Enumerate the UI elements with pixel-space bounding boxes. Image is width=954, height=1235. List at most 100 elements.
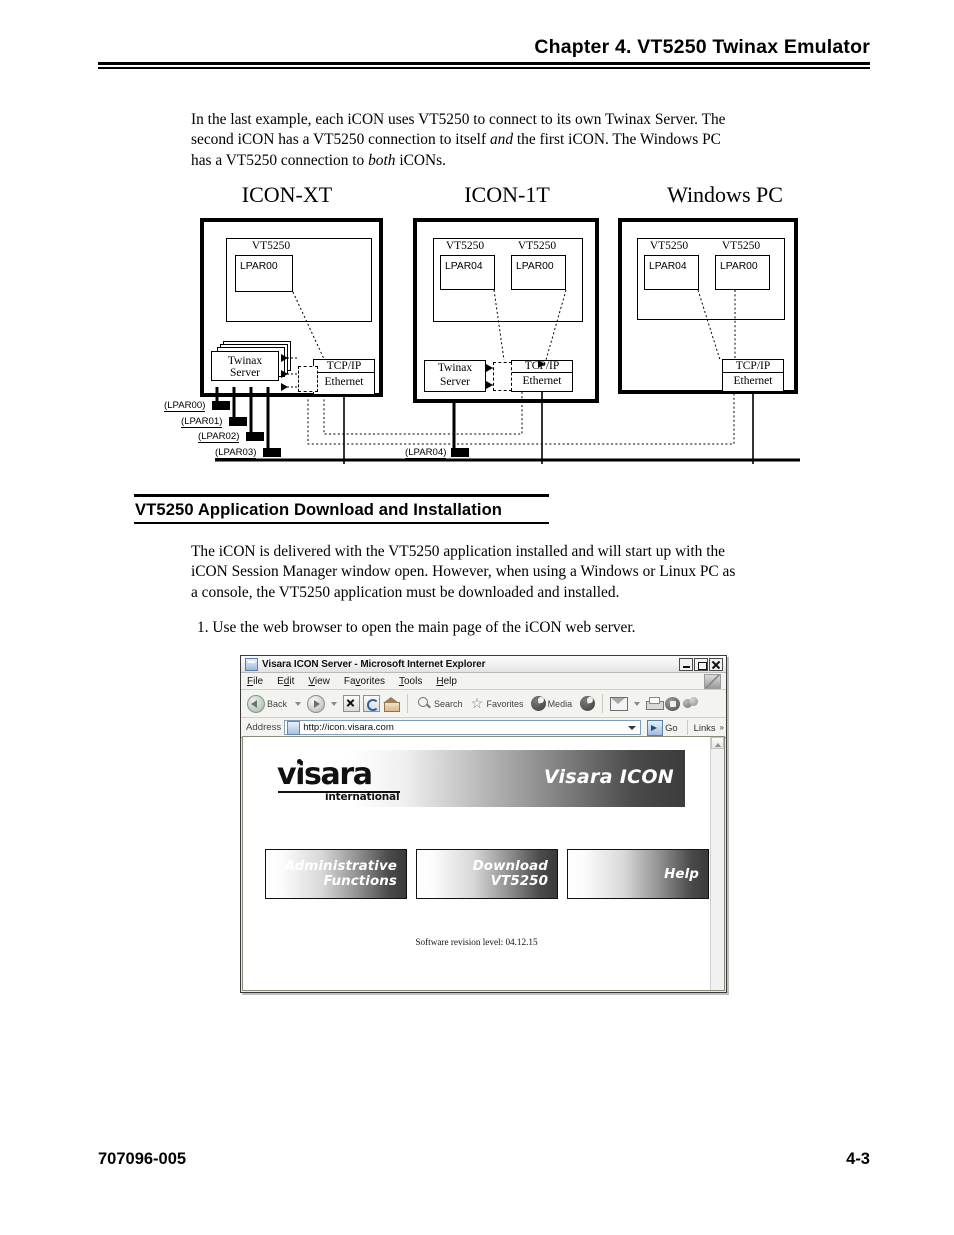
section-body-line-2: iCON Session Manager window open. Howeve…: [191, 563, 736, 581]
webpage-content: visara international Visara ICON Adminis…: [243, 737, 710, 990]
bus-label-lpar03: (LPAR03): [215, 447, 257, 459]
menu-edit[interactable]: Edit: [277, 676, 294, 687]
panel-pc-lpar00-label: LPAR00: [720, 261, 758, 272]
help-label: Help: [664, 866, 699, 882]
panel-1t-vt5250-label-b: VT5250: [517, 240, 557, 252]
panel-xt-twinax-label-2: Server: [229, 367, 260, 379]
panel-xt-tcpip-label-1: TCP/IP: [313, 360, 375, 373]
panel-1t-relay-box: [493, 362, 512, 391]
address-dropdown-icon[interactable]: [625, 721, 638, 734]
refresh-icon[interactable]: [363, 695, 381, 712]
section-body-line-3: a console, the VT5250 application must b…: [191, 583, 620, 601]
panel-1t-lpar04-label: LPAR04: [445, 261, 483, 272]
stop-icon[interactable]: [343, 695, 361, 712]
bus-connector-lpar01: [229, 417, 247, 426]
panel-1t-twinax-label-2: Server: [439, 376, 470, 388]
browser-window-screenshot: Visara ICON Server - Microsoft Internet …: [240, 655, 727, 993]
network-topology-diagram: ICON-XT ICON-1T Windows PC VT5250 LPAR00…: [160, 182, 800, 472]
chapter-title: Chapter 4. VT5250 Twinax Emulator: [534, 36, 870, 58]
search-label: Search: [434, 698, 463, 709]
intro-line-1: In the last example, each iCON uses VT52…: [191, 111, 726, 128]
mail-dropdown-icon[interactable]: [634, 701, 641, 706]
scroll-up-arrow-icon[interactable]: [711, 737, 724, 749]
panel-1t-twinax-label-1: Twinax: [437, 362, 473, 374]
visara-logo-dot: [297, 759, 302, 764]
panel-title-icon-1t: ICON-1T: [464, 182, 550, 207]
webpage-button-row: Administrative Functions Download VT5250…: [265, 849, 709, 899]
ie-logo-icon: [704, 673, 721, 689]
intro-line-2b: the first iCON. The Windows PC: [513, 131, 721, 149]
intro-line-3b: iCONs.: [395, 151, 446, 169]
panel-xt-twinax-label-1: Twinax: [227, 355, 263, 367]
intro-line-3-emphasis: both: [368, 151, 396, 169]
star-icon: ☆: [470, 695, 484, 711]
download-vt5250-button[interactable]: Download VT5250: [416, 849, 558, 899]
forward-arrow-icon[interactable]: [307, 694, 326, 713]
administrative-functions-button[interactable]: Administrative Functions: [265, 849, 407, 899]
panel-pc-vt5250-label-b: VT5250: [721, 240, 761, 252]
vertical-scrollbar[interactable]: [710, 737, 724, 990]
back-arrow-icon: [247, 694, 265, 713]
edit-icon[interactable]: [665, 696, 681, 711]
history-icon[interactable]: [580, 696, 596, 711]
browser-viewport: visara international Visara ICON Adminis…: [242, 736, 725, 991]
visara-banner: visara international Visara ICON: [265, 750, 685, 807]
minimize-button[interactable]: [679, 657, 693, 671]
panel-xt-vt5250-label: VT5250: [251, 240, 291, 252]
back-dropdown-icon[interactable]: [295, 701, 302, 706]
panel-pc-tcpip-label-1: TCP/IP: [722, 360, 784, 373]
links-label[interactable]: Links: [694, 722, 716, 733]
menu-favorites[interactable]: Favorites: [344, 676, 385, 687]
menu-file[interactable]: File: [247, 676, 263, 687]
ie-app-icon: [245, 657, 258, 671]
window-controls: [679, 657, 723, 671]
close-button[interactable]: [709, 657, 723, 671]
chevron-double-right-icon[interactable]: »: [720, 723, 724, 732]
section-body-paragraph: The iCON is delivered with the VT5250 ap…: [191, 542, 791, 603]
forward-dropdown-icon[interactable]: [331, 701, 338, 706]
menu-view[interactable]: View: [308, 676, 330, 687]
bus-label-lpar00: (LPAR00): [164, 400, 206, 412]
media-button[interactable]: Media: [529, 695, 575, 712]
address-label: Address: [246, 722, 282, 733]
favorites-button[interactable]: ☆ Favorites: [468, 695, 526, 712]
browser-titlebar: Visara ICON Server - Microsoft Internet …: [241, 656, 726, 673]
panel-1t-tcpip-label-2: Ethernet: [522, 375, 562, 387]
menu-help[interactable]: Help: [436, 676, 457, 687]
panel-pc-tcpip-label-2: Ethernet: [733, 375, 773, 387]
media-label: Media: [547, 698, 573, 709]
menu-tools[interactable]: Tools: [399, 676, 422, 687]
panel-pc-vt5250-label-a: VT5250: [649, 240, 689, 252]
section-body-line-1: The iCON is delivered with the VT5250 ap…: [191, 543, 726, 560]
mail-icon[interactable]: [610, 696, 629, 711]
document-page: Chapter 4. VT5250 Twinax Emulator In the…: [0, 0, 954, 1235]
print-icon[interactable]: [646, 697, 665, 710]
panel-title-windows-pc: Windows PC: [667, 182, 783, 207]
browser-menubar: File Edit View Favorites Tools Help: [241, 673, 726, 690]
back-button[interactable]: Back: [245, 694, 289, 714]
browser-toolbar: Back Search ☆ Favorites Media: [241, 690, 726, 718]
panel-title-icon-xt: ICON-XT: [241, 182, 333, 207]
home-icon[interactable]: [383, 696, 401, 712]
panel-xt-twinax-stack: Twinax Server: [211, 341, 295, 387]
toolbar-separator-2: [602, 694, 604, 713]
section-title: VT5250 Application Download and Installa…: [135, 499, 503, 519]
addressbar-separator: [686, 720, 688, 735]
go-arrow-icon: [647, 719, 664, 736]
maximize-button[interactable]: [694, 657, 708, 671]
panel-pc-lpar04-label: LPAR04: [649, 261, 687, 272]
running-header: Chapter 4. VT5250 Twinax Emulator: [98, 36, 870, 69]
section-heading-block: VT5250 Application Download and Installa…: [134, 494, 549, 524]
intro-line-2a: second iCON has a VT5250 connection to i…: [191, 131, 490, 149]
visara-logo-subtext: international: [325, 791, 400, 803]
back-label: Back: [267, 698, 288, 709]
bus-connector-lpar03: [263, 448, 281, 457]
search-button[interactable]: Search: [415, 695, 465, 712]
go-button[interactable]: Go: [644, 719, 681, 736]
favorites-label: Favorites: [486, 698, 524, 709]
messenger-icon[interactable]: [683, 696, 699, 711]
address-input[interactable]: http://icon.visara.com: [284, 720, 642, 735]
browser-window-title: Visara ICON Server - Microsoft Internet …: [262, 658, 486, 670]
browser-addressbar: Address http://icon.visara.com Go Links …: [241, 718, 726, 738]
help-button[interactable]: Help: [567, 849, 709, 899]
